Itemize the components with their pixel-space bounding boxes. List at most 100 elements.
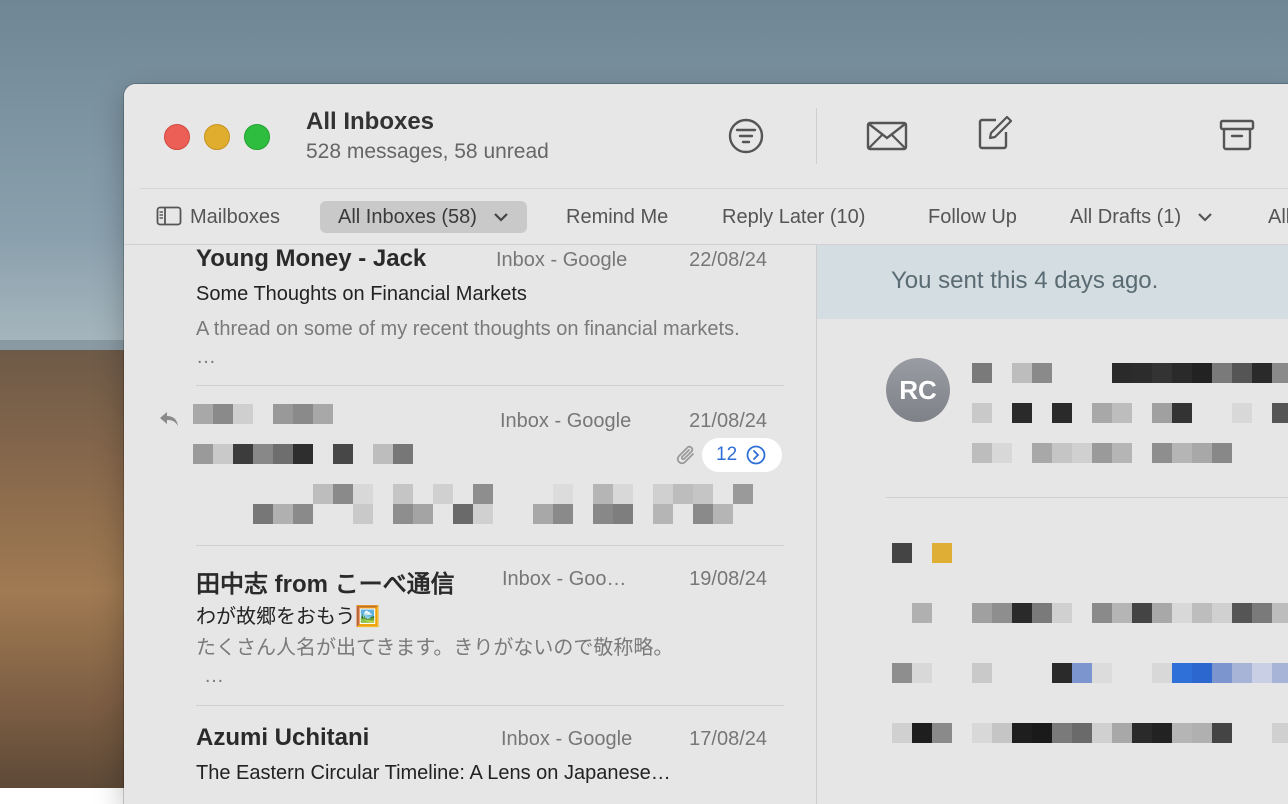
mailboxes-button[interactable]: Mailboxes	[156, 201, 280, 233]
toolbar: All Inboxes 528 messages, 58 unread	[124, 84, 1288, 188]
redacted-block	[353, 504, 373, 524]
redacted-block	[932, 543, 952, 563]
fav-all-inboxes[interactable]: All Inboxes (58)	[320, 201, 527, 233]
filter-icon[interactable]	[727, 117, 765, 155]
fav-label: Remind Me	[566, 206, 669, 228]
redacted-block	[912, 723, 932, 743]
redacted-block	[1052, 403, 1072, 423]
redacted-block	[233, 444, 253, 464]
redacted-block	[1232, 603, 1252, 623]
fav-label: All	[1268, 206, 1288, 228]
redacted-block	[553, 504, 573, 524]
message-mailbox: Inbox - Goo…	[502, 568, 627, 590]
list-item[interactable]: 田中志 from こーべ通信 Inbox - Goo… 19/08/24 わが故…	[124, 546, 817, 706]
redacted-block	[1092, 603, 1112, 623]
message-date: 21/08/24	[689, 410, 767, 432]
message-mailbox: Inbox - Google	[501, 728, 633, 750]
redacted-block	[1172, 603, 1192, 623]
fav-remind-me[interactable]: Remind Me	[566, 201, 668, 233]
redacted-block	[293, 404, 313, 424]
redacted-block	[473, 484, 493, 504]
redacted-block	[972, 663, 992, 683]
redacted-block	[1252, 363, 1272, 383]
fav-reply-later[interactable]: Reply Later (10)	[722, 201, 865, 233]
redacted-block	[393, 504, 413, 524]
thread-count-badge[interactable]: 12	[702, 438, 782, 472]
mail-window: All Inboxes 528 messages, 58 unread Mail…	[124, 84, 1288, 804]
redacted-block	[992, 723, 1012, 743]
chevron-down-icon	[493, 213, 508, 222]
redacted-block	[1152, 723, 1172, 743]
redacted-block	[1072, 723, 1092, 743]
redacted-block	[413, 504, 433, 524]
message-reader: You sent this 4 days ago. RC	[817, 245, 1288, 804]
redacted-block	[733, 484, 753, 504]
redacted-block	[533, 504, 553, 524]
avatar: RC	[886, 358, 950, 422]
redacted-block	[313, 404, 333, 424]
redacted-block	[1272, 663, 1288, 683]
archive-icon[interactable]	[1219, 118, 1255, 152]
fav-all-drafts[interactable]: All Drafts (1)	[1070, 201, 1213, 233]
redacted-block	[473, 504, 493, 524]
redacted-block	[1112, 603, 1132, 623]
list-item[interactable]: Young Money - Jack Inbox - Google 22/08/…	[124, 245, 817, 385]
chevron-right-circle-icon	[746, 445, 766, 465]
redacted-block	[1052, 663, 1072, 683]
redacted-block	[1012, 603, 1032, 623]
message-preview: たくさん人名が出てきます。きりがないので敬称略。	[196, 637, 674, 659]
redacted-block	[1192, 603, 1212, 623]
zoom-button[interactable]	[244, 124, 270, 150]
redacted-block	[1232, 403, 1252, 423]
redacted-block	[892, 723, 912, 743]
get-mail-icon[interactable]	[866, 121, 908, 151]
redacted-block	[1232, 363, 1252, 383]
redacted-block	[613, 504, 633, 524]
window-subtitle: 528 messages, 58 unread	[306, 140, 549, 163]
window-title: All Inboxes	[306, 108, 435, 135]
fav-label: Reply Later (10)	[722, 206, 866, 228]
message-list[interactable]: Young Money - Jack Inbox - Google 22/08/…	[124, 245, 817, 804]
redacted-block	[553, 484, 573, 504]
redacted-block	[1192, 663, 1212, 683]
minimize-button[interactable]	[204, 124, 230, 150]
fav-label: All Inboxes (58)	[338, 206, 477, 228]
redacted-block	[613, 484, 633, 504]
redacted-block	[1112, 443, 1132, 463]
redacted-block	[313, 484, 333, 504]
redacted-block	[393, 484, 413, 504]
close-button[interactable]	[164, 124, 190, 150]
sent-banner-text: You sent this 4 days ago.	[891, 267, 1159, 294]
fav-all[interactable]: All	[1268, 201, 1288, 233]
redacted-block	[1192, 363, 1212, 383]
compose-icon[interactable]	[976, 114, 1014, 152]
redacted-block	[653, 484, 673, 504]
redacted-block	[1152, 663, 1172, 683]
redacted-block	[1032, 723, 1052, 743]
redacted-block	[213, 404, 233, 424]
fav-follow-up[interactable]: Follow Up	[928, 201, 1017, 233]
redacted-block	[992, 603, 1012, 623]
redacted-block	[1192, 723, 1212, 743]
redacted-block	[273, 444, 293, 464]
thread-count: 12	[716, 444, 738, 465]
message-mailbox: Inbox - Google	[496, 249, 628, 271]
redacted-block	[1112, 363, 1132, 383]
redacted-block	[912, 603, 932, 623]
message-sender: 田中志 from こーべ通信	[196, 571, 455, 598]
redacted-block	[992, 443, 1012, 463]
redacted-block	[1152, 403, 1172, 423]
message-subject: わが故郷をおもう🖼️	[196, 606, 381, 628]
message-sender: Young Money - Jack	[196, 245, 427, 272]
favorites-bar: Mailboxes All Inboxes (58) Remind Me Rep…	[140, 188, 1288, 245]
redacted-block	[693, 484, 713, 504]
redacted-block	[193, 444, 213, 464]
message-preview-more: …	[204, 665, 224, 687]
redacted-block	[453, 504, 473, 524]
message-preview: A thread on some of my recent thoughts o…	[196, 318, 740, 368]
redacted-block	[273, 404, 293, 424]
redacted-block	[1212, 663, 1232, 683]
list-item[interactable]: Azumi Uchitani Inbox - Google 17/08/24 T…	[124, 706, 817, 804]
redacted-block	[1212, 363, 1232, 383]
redacted-block	[1112, 723, 1132, 743]
